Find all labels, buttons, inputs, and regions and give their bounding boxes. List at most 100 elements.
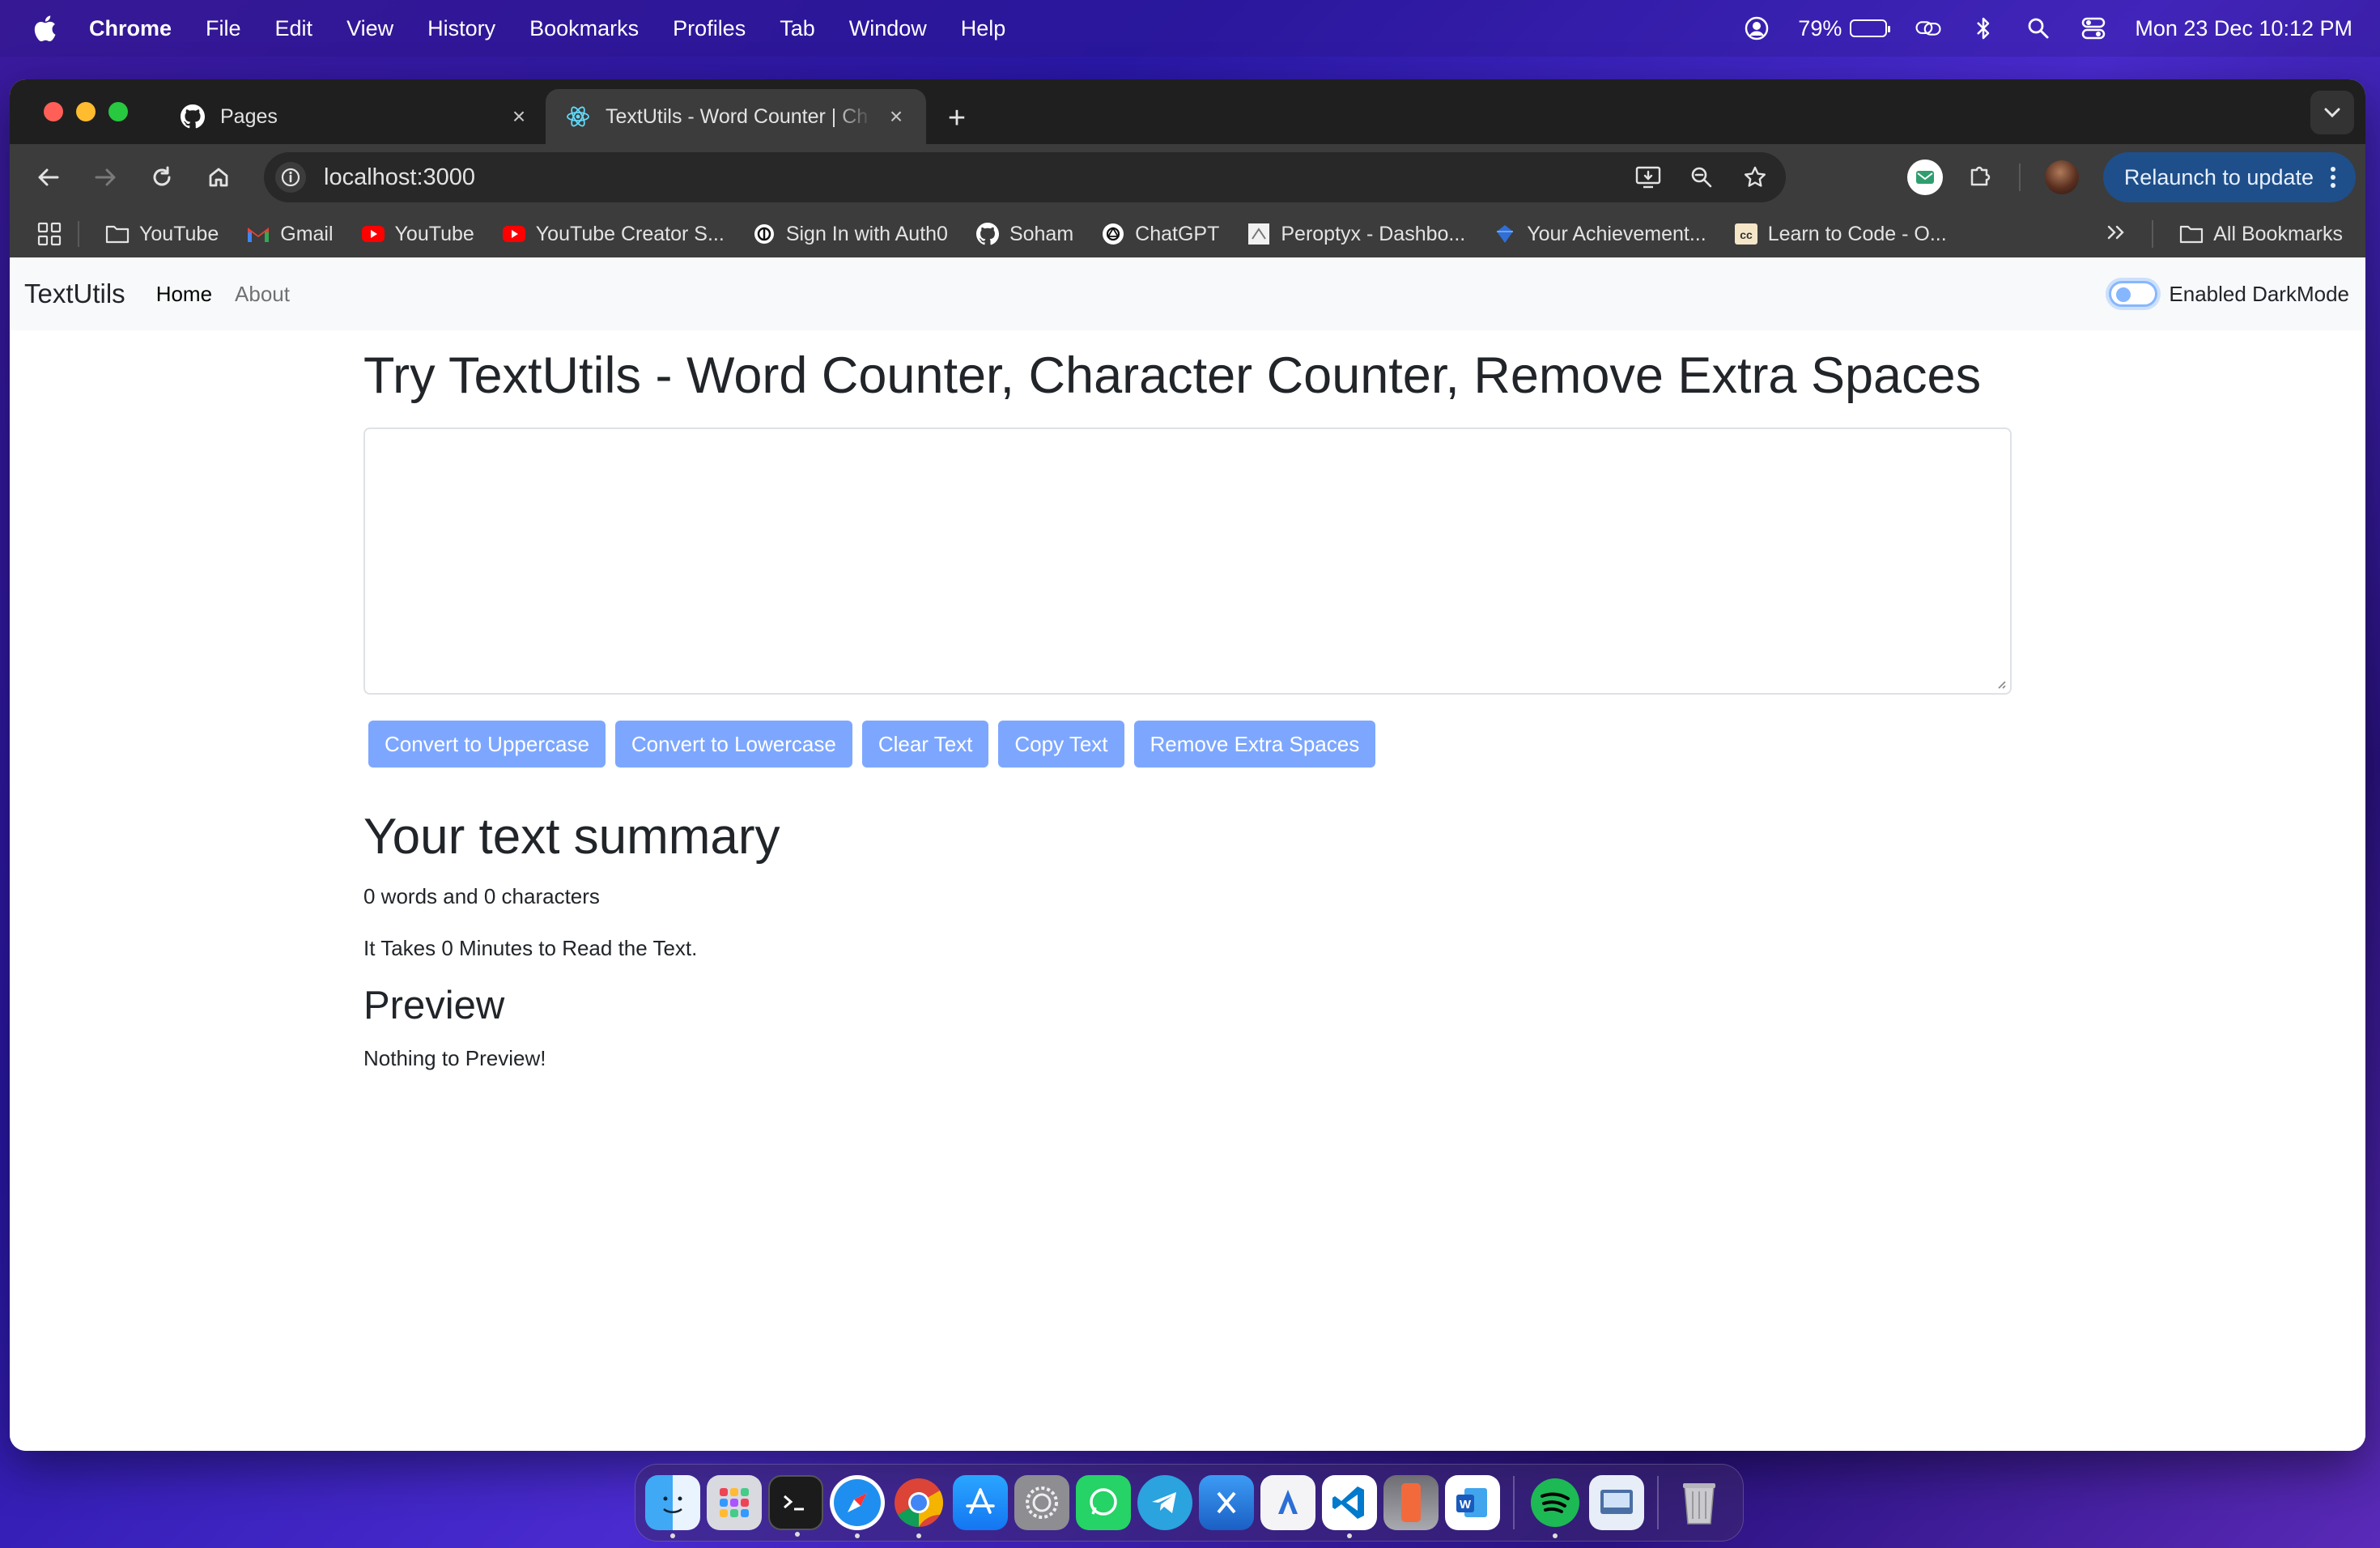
bookmark-peroptyx[interactable]: Peroptyx - Dashbo... [1247,222,1465,246]
bookmark-label: YouTube [394,222,474,245]
iphone-mirroring-icon[interactable] [1383,1475,1439,1530]
bluetooth-icon[interactable] [1970,15,1997,42]
screen-mirroring-icon[interactable] [1915,15,1942,42]
close-tab-icon[interactable]: × [886,104,907,129]
page-title: Try TextUtils - Word Counter, Character … [363,347,1982,404]
vscode-icon[interactable] [1322,1475,1377,1538]
bookmark-label: YouTube [139,222,219,245]
menu-help[interactable]: Help [961,16,1006,41]
bookmark-freecodecamp[interactable]: cc Learn to Code - O... [1734,222,1947,246]
chrome-icon[interactable] [891,1475,946,1538]
zoom-icon[interactable] [1687,163,1716,192]
preview-icon[interactable] [1589,1475,1644,1530]
forward-button[interactable] [87,159,123,195]
bookmark-star-icon[interactable] [1740,163,1770,192]
menu-history[interactable]: History [427,16,495,41]
home-button[interactable] [201,159,236,195]
nav-link-about[interactable]: About [235,282,290,307]
reload-icon [153,166,171,186]
reload-button[interactable] [144,159,180,195]
darkmode-label[interactable]: Enabled DarkMode [2169,282,2349,307]
auth0-icon [752,222,776,246]
navbar-brand[interactable]: TextUtils [24,279,125,309]
menu-window[interactable]: Window [849,16,927,41]
tab-pages[interactable]: Pages × [168,89,549,144]
preview-heading: Preview [363,984,505,1027]
system-settings-icon[interactable] [1014,1475,1069,1530]
menu-edit[interactable]: Edit [275,16,313,41]
menu-view[interactable]: View [346,16,393,41]
remove-extra-spaces-button[interactable]: Remove Extra Spaces [1133,721,1376,768]
user-account-icon[interactable] [1743,15,1770,42]
bookmark-youtube-creator[interactable]: YouTube Creator S... [502,222,725,246]
profile-avatar[interactable] [2044,160,2079,194]
xcode-icon[interactable] [1199,1475,1254,1530]
fullscreen-window-button[interactable] [108,102,128,121]
address-bar[interactable]: localhost:3000 [264,152,1786,202]
svg-text:cc: cc [1740,228,1753,241]
word-char-count: 0 words and 0 characters [363,884,600,908]
word-icon[interactable]: W [1445,1475,1500,1530]
back-button[interactable] [31,159,66,195]
control-center-icon[interactable] [2080,15,2107,42]
bookmark-chatgpt[interactable]: ChatGPT [1101,222,1219,246]
more-bookmarks-icon[interactable] [2106,223,2126,246]
bookmark-label: Soham [1009,222,1074,245]
bookmark-auth0[interactable]: Sign In with Auth0 [752,222,948,246]
github-icon [975,222,1000,246]
macos-menubar: Chrome File Edit View History Bookmarks … [0,0,2380,57]
nav-link-home[interactable]: Home [156,282,212,307]
apple-menu-icon[interactable] [32,15,57,42]
email-extension-icon[interactable] [1906,159,1943,195]
menu-profiles[interactable]: Profiles [673,16,746,41]
spotlight-search-icon[interactable] [2025,15,2052,42]
menu-bookmarks[interactable]: Bookmarks [529,16,639,41]
darkmode-switch[interactable] [2109,281,2158,307]
resize-handle-icon[interactable] [1994,677,2007,690]
bookmark-label: Gmail [280,222,334,245]
lowercase-button[interactable]: Convert to Lowercase [614,721,852,768]
safari-icon[interactable] [830,1475,885,1538]
instruments-icon[interactable] [1260,1475,1315,1530]
launchpad-icon[interactable] [707,1475,762,1530]
all-bookmarks-button[interactable]: All Bookmarks [2179,222,2343,246]
bookmark-youtube-folder[interactable]: YouTube [105,222,219,246]
url-text[interactable]: localhost:3000 [324,164,475,191]
whatsapp-icon[interactable] [1076,1475,1131,1530]
copy-text-button[interactable]: Copy Text [998,721,1124,768]
tab-title: TextUtils - Word Counter | Ch [606,104,869,128]
clear-text-button[interactable]: Clear Text [861,721,989,768]
site-info-icon[interactable] [275,162,306,193]
chevron-down-icon [2324,108,2340,118]
menu-tab[interactable]: Tab [780,16,815,41]
menu-app-name[interactable]: Chrome [89,16,172,41]
battery-status[interactable]: 79% [1798,16,1891,41]
uppercase-button[interactable]: Convert to Uppercase [368,721,606,768]
close-tab-icon[interactable]: × [508,104,529,129]
preview-text: Nothing to Preview! [363,1046,546,1070]
trash-icon[interactable] [1672,1475,1727,1530]
spotify-icon[interactable] [1528,1475,1583,1538]
achievement-icon [1493,222,1517,246]
bookmark-youtube[interactable]: YouTube [361,222,474,246]
extensions-puzzle-icon[interactable] [1967,162,1995,194]
close-window-button[interactable] [44,102,63,121]
bookmarks-divider [78,221,79,247]
new-tab-button[interactable]: + [941,101,973,135]
apps-grid-icon[interactable] [37,222,62,246]
menu-file[interactable]: File [206,16,241,41]
minimize-window-button[interactable] [76,102,96,121]
finder-icon[interactable] [645,1475,700,1538]
relaunch-button[interactable]: Relaunch to update [2102,152,2356,202]
tab-search-button[interactable] [2310,91,2354,134]
telegram-icon[interactable] [1137,1475,1192,1530]
text-input-area[interactable] [363,427,2012,695]
bookmark-achievements[interactable]: Your Achievement... [1493,222,1706,246]
menubar-clock[interactable]: Mon 23 Dec 10:12 PM [2135,16,2352,41]
terminal-icon[interactable] [768,1475,823,1537]
bookmark-soham[interactable]: Soham [975,222,1073,246]
app-store-icon[interactable] [953,1475,1008,1530]
install-app-icon[interactable] [1634,163,1663,192]
bookmark-gmail[interactable]: Gmail [246,222,334,246]
tab-textutils[interactable]: TextUtils - Word Counter | Ch × [546,89,926,144]
